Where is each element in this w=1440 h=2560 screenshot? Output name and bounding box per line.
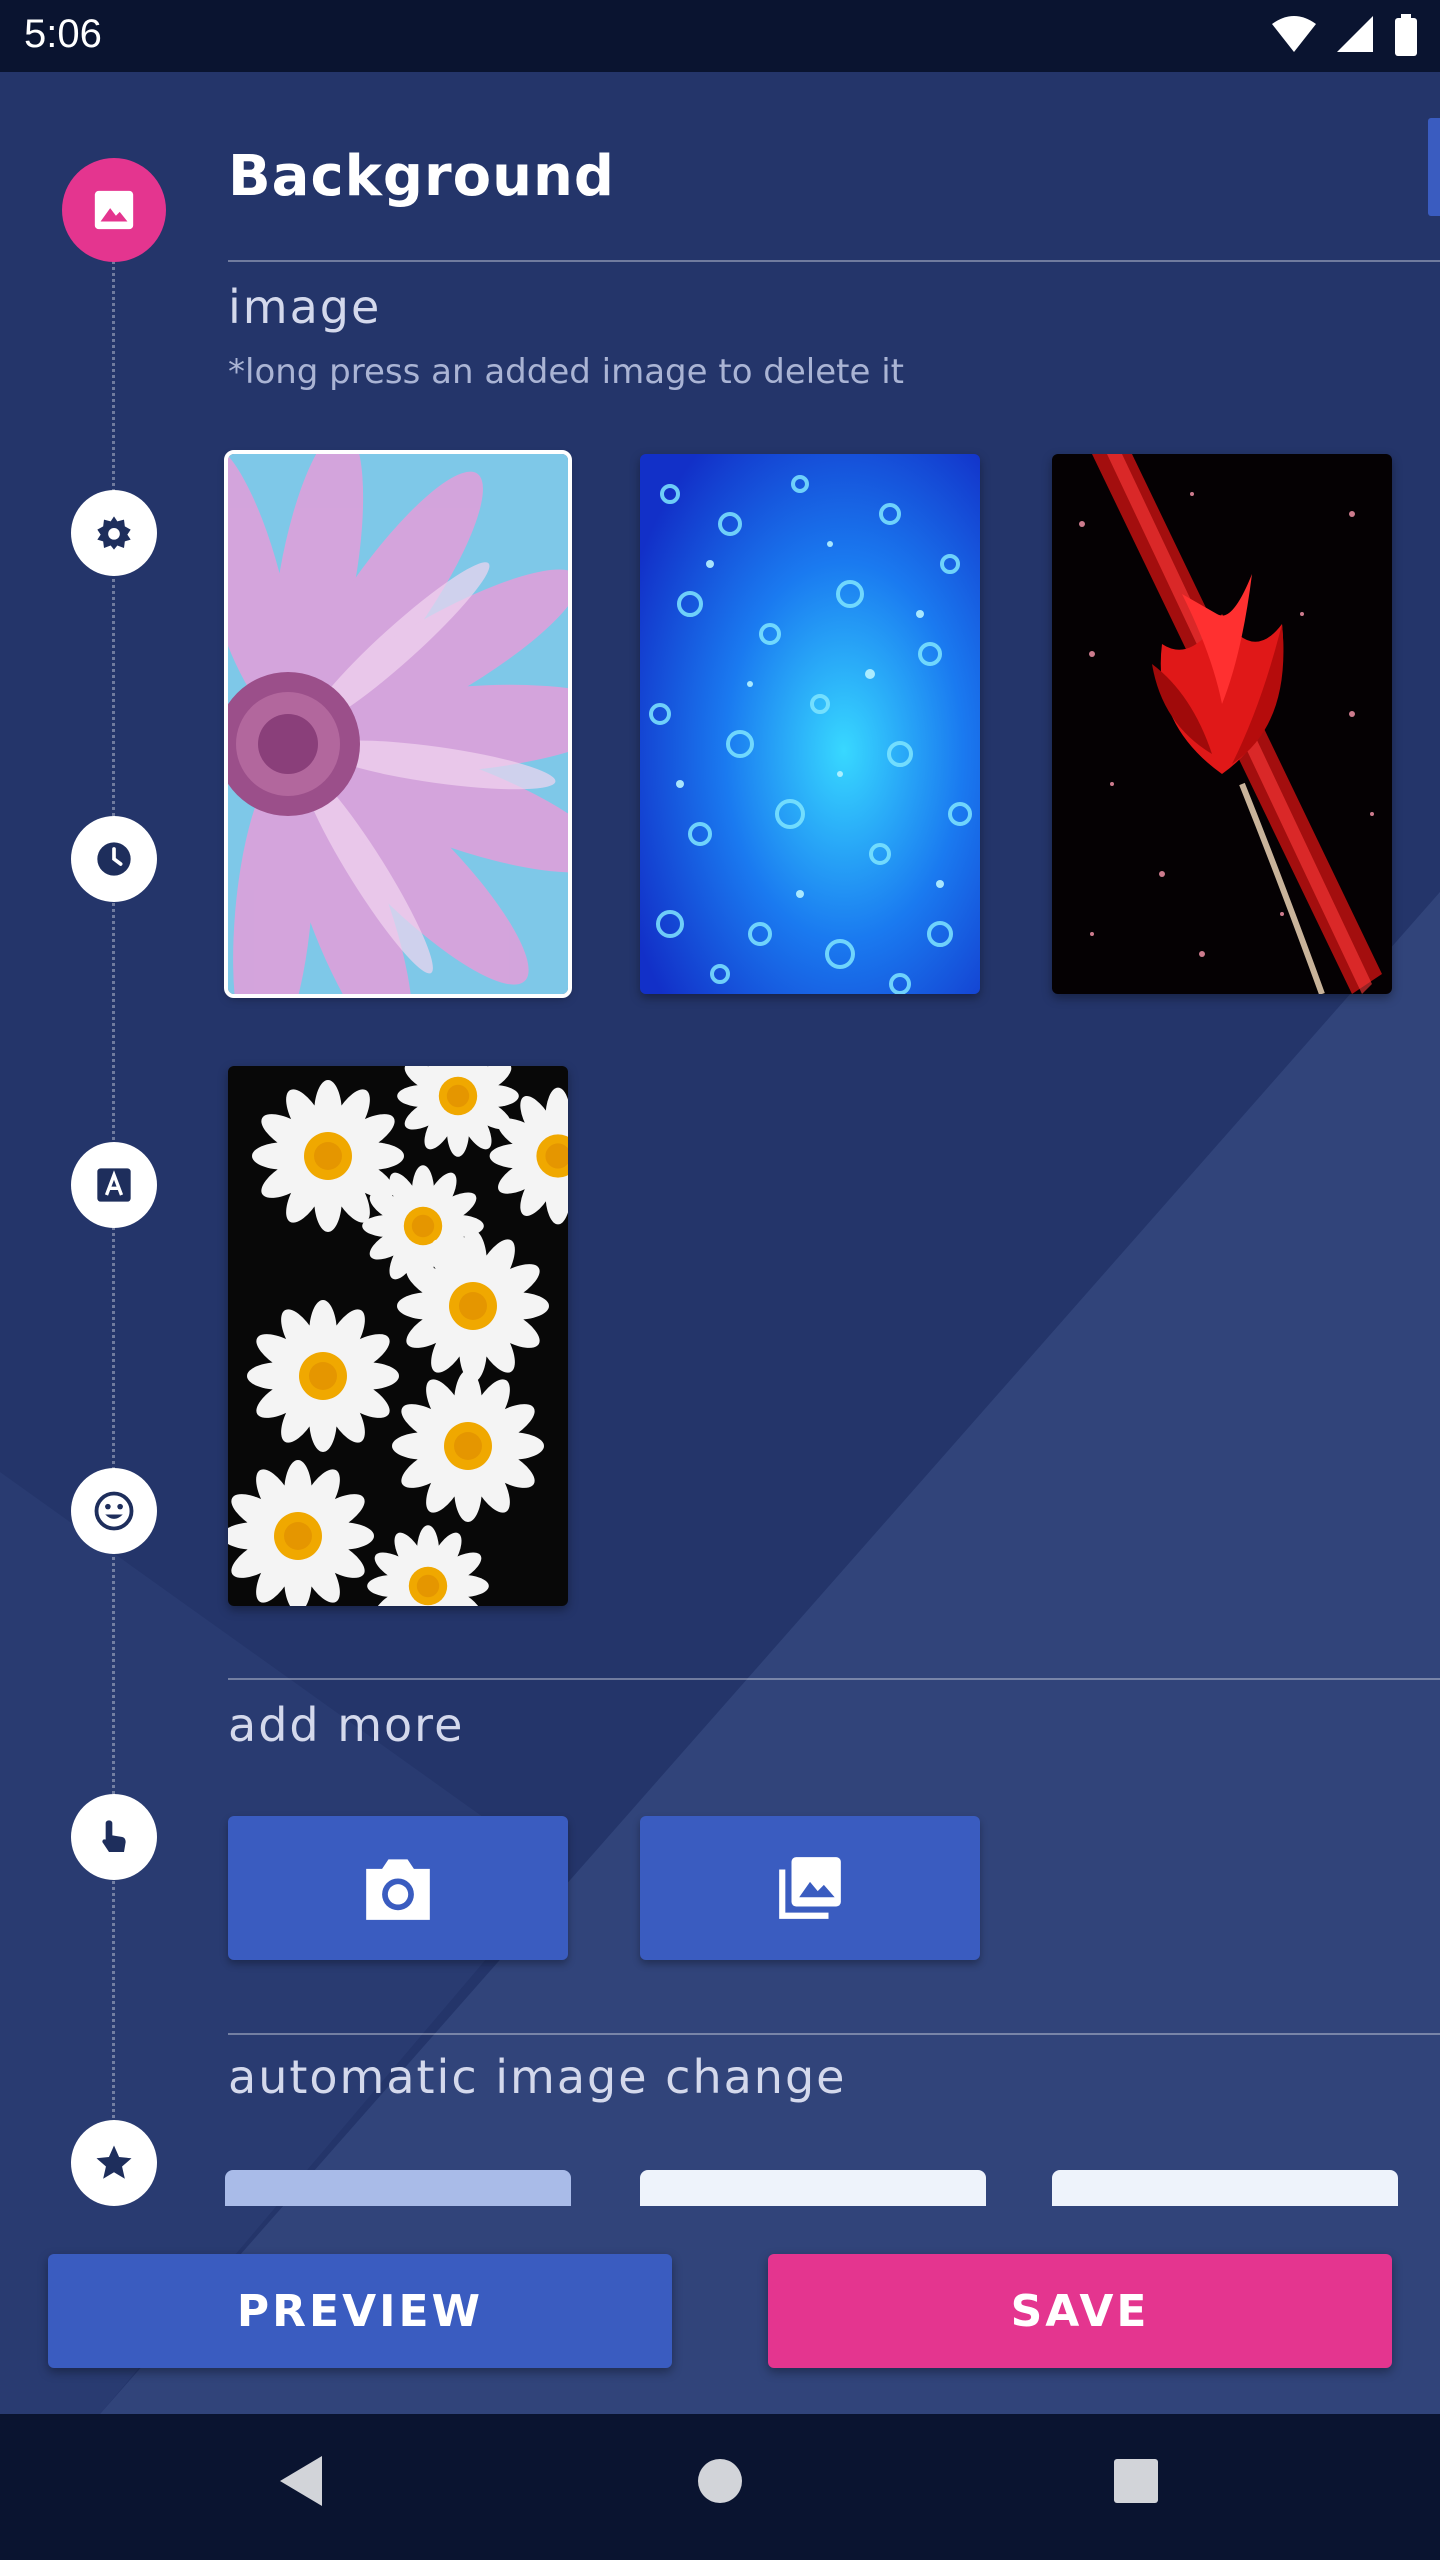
timeline-text-step[interactable] <box>71 1142 157 1228</box>
image-delete-hint: *long press an added image to delete it <box>228 352 904 392</box>
timeline-touch-step[interactable] <box>71 1794 157 1880</box>
star-icon <box>96 2145 132 2179</box>
auto-change-title: automatic image change <box>228 2050 847 2104</box>
divider <box>228 260 1440 262</box>
touch-icon <box>102 1820 126 1852</box>
timeline-settings-step[interactable] <box>71 490 157 576</box>
back-icon[interactable] <box>278 2454 324 2508</box>
auto-change-option[interactable] <box>640 2170 986 2206</box>
page-title: Background <box>228 144 615 209</box>
text-a-icon <box>97 1168 131 1202</box>
image-icon <box>94 190 134 230</box>
thumbnail-blue-bokeh[interactable] <box>640 454 980 994</box>
tab-indicator <box>1428 118 1440 216</box>
auto-change-option[interactable] <box>225 2170 571 2206</box>
save-button[interactable]: SAVE <box>768 2254 1392 2368</box>
gear-icon <box>97 516 131 550</box>
status-time: 5:06 <box>24 12 102 56</box>
preview-button[interactable]: PREVIEW <box>48 2254 672 2368</box>
gallery-icon <box>779 1857 841 1919</box>
timeline-emoji-step[interactable] <box>71 1468 157 1554</box>
timeline-clock-step[interactable] <box>71 816 157 902</box>
auto-change-option[interactable] <box>1052 2170 1398 2206</box>
divider <box>228 1678 1440 1680</box>
add-more-title: add more <box>228 1698 465 1752</box>
timeline-background-step[interactable] <box>62 158 166 262</box>
image-section-title: image <box>228 280 382 334</box>
add-from-camera-button[interactable] <box>228 1816 568 1960</box>
thumbnail-white-daisies[interactable] <box>228 1066 568 1606</box>
status-icons <box>1258 14 1418 58</box>
thumbnail-pink-daisy[interactable] <box>224 450 572 998</box>
thumbnail-red-tulip[interactable] <box>1052 454 1392 994</box>
recents-icon[interactable] <box>1113 2458 1159 2504</box>
navigation-bar <box>0 2414 1440 2560</box>
wifi-icon <box>1271 16 1316 52</box>
add-from-gallery-button[interactable] <box>640 1816 980 1960</box>
camera-icon <box>366 1859 430 1920</box>
emoji-icon <box>94 1491 134 1531</box>
clock-icon <box>97 842 131 876</box>
signal-icon <box>1336 16 1373 52</box>
battery-icon <box>1395 14 1417 56</box>
divider <box>228 2033 1440 2035</box>
status-bar: 5:06 <box>0 0 1440 72</box>
timeline-star-step[interactable] <box>71 2120 157 2206</box>
home-icon[interactable] <box>697 2458 743 2504</box>
